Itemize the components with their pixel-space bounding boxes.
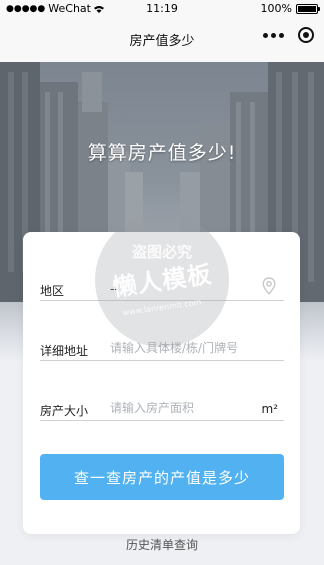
size-input[interactable]	[110, 398, 260, 418]
battery-icon	[296, 3, 320, 14]
battery-percent: 100%	[260, 2, 292, 15]
status-right: 100%	[260, 2, 320, 15]
nav-bar: 房产值多少	[0, 18, 324, 63]
area-picker[interactable]: --	[110, 282, 119, 296]
address-label: 详细地址	[40, 344, 89, 358]
address-input[interactable]	[110, 338, 280, 358]
location-pin-icon[interactable]	[262, 277, 276, 295]
query-button[interactable]: 查一查房产的产值是多少	[40, 454, 284, 500]
address-row: 详细地址	[40, 300, 284, 361]
mini-program-capsule	[263, 27, 314, 43]
area-label: 地区	[40, 284, 65, 298]
history-query-link[interactable]: 历史清单查询	[0, 536, 324, 553]
more-icon[interactable]	[263, 32, 284, 38]
size-row: 房产大小 m²	[40, 360, 284, 421]
area-row[interactable]: 地区 --	[40, 240, 284, 301]
query-form-card: 地区 -- 详细地址 房产大小 m² 查一查房产的产值是多少	[23, 232, 300, 534]
hero-title: 算算房产值多少!	[87, 142, 237, 164]
status-bar: ●●●●● WeChat 11:19 100%	[0, 0, 324, 18]
size-label: 房产大小	[40, 404, 89, 418]
close-circle-icon[interactable]	[298, 27, 314, 43]
size-unit: m²	[261, 402, 279, 416]
